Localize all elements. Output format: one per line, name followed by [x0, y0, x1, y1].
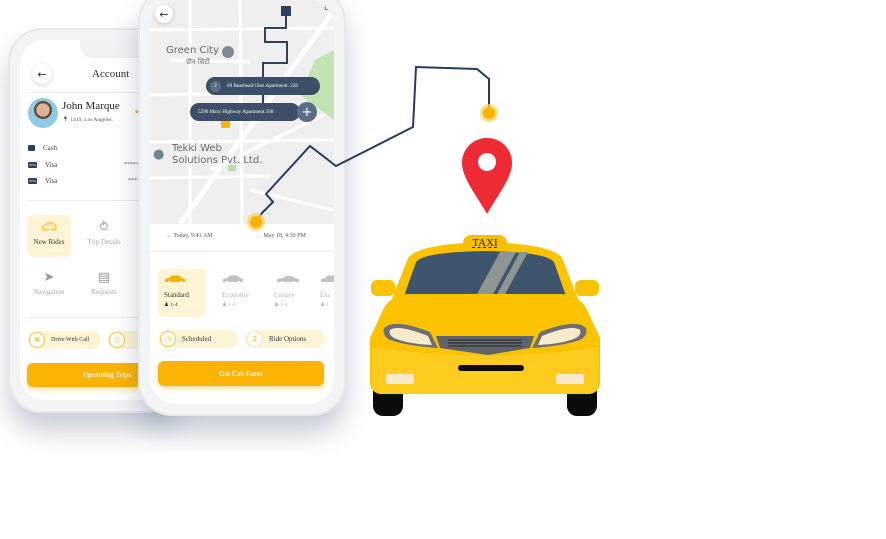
- plus-icon: +: [301, 104, 313, 120]
- avatar[interactable]: [28, 98, 58, 128]
- user-name: John Marque: [62, 100, 120, 112]
- capacity: ♟ 1: [320, 302, 330, 308]
- payment-row[interactable]: VISA Visa: [28, 161, 57, 169]
- person-icon: ♟: [274, 302, 279, 308]
- capacity: ♟ 1-4: [274, 302, 288, 308]
- location-pin-icon: [462, 138, 512, 214]
- route-end-glow: [480, 104, 498, 122]
- tile-new-rides[interactable]: 🚗︎ New Rides: [27, 215, 71, 257]
- person-icon: ♟: [222, 302, 227, 308]
- map-phone: ← Green City ग्रीन सिटी ● Tekki Web Solu…: [138, 0, 346, 416]
- location-marker-icon: 📍︎: [62, 117, 69, 123]
- get-cab-fares-button[interactable]: Get Cab Fares: [158, 361, 324, 386]
- cab-option-executive[interactable]: Exc ♟ 1: [314, 269, 334, 317]
- requests-icon: ▤: [97, 270, 111, 285]
- back-button[interactable]: ←: [32, 64, 52, 84]
- taxi-roof-sign: TAXI: [463, 235, 507, 251]
- arrow-left-icon: ←: [256, 233, 262, 239]
- document-icon: ▯: [109, 332, 125, 348]
- taxi-car: [370, 242, 600, 416]
- user-location: 📍︎ 1419, Los Angeles.: [62, 117, 113, 123]
- capacity: ♟ 1-4: [164, 302, 178, 308]
- cab-option-luxury[interactable]: Luxury ♟ 1-4: [268, 269, 316, 317]
- trip-time-bar: → Today, 9:41 AM ← May 18, 4:30 PM: [150, 224, 334, 250]
- car-icon: [223, 275, 243, 284]
- tile-requests[interactable]: ▤ Requests: [82, 265, 126, 307]
- destination-marker: [281, 6, 291, 16]
- clock-icon: ◷: [160, 331, 176, 347]
- tile-navigation[interactable]: ➤ Navigation: [27, 265, 71, 307]
- map-view[interactable]: ← Green City ग्रीन सिटी ● Tekki Web Solu…: [150, 0, 334, 224]
- arrow-right-icon: →: [166, 233, 172, 239]
- car-icon: [165, 275, 185, 284]
- person-icon: ♟: [320, 302, 325, 308]
- taxi-illustration: TAXI: [368, 232, 602, 418]
- ride-options-pill[interactable]: 2 Ride Options: [245, 330, 325, 348]
- car-icon: 🚗︎: [40, 220, 58, 235]
- start-time: → Today, 9:41 AM: [166, 233, 213, 239]
- ride-options-badge: 2: [247, 331, 263, 347]
- add-stop-button[interactable]: +: [297, 102, 317, 122]
- stop-number: 2: [210, 80, 221, 92]
- capacity: ♟ 1-4: [222, 302, 236, 308]
- payment-row[interactable]: Cash: [28, 144, 57, 152]
- scheduled-pill[interactable]: ◷ Scheduled: [158, 330, 238, 348]
- tile-trip-details[interactable]: ⥁ Trip Details: [82, 215, 126, 257]
- cab-option-economy[interactable]: Economy ♟ 1-4: [216, 269, 264, 317]
- map-screen: ← Green City ग्रीन सिटी ● Tekki Web Solu…: [150, 0, 334, 404]
- car-icon: [321, 275, 334, 282]
- cab-option-standard[interactable]: Standard ♟ 1-4: [158, 269, 206, 317]
- arrow-left-icon: ←: [37, 67, 47, 81]
- person-icon: ♟: [164, 302, 169, 308]
- steering-wheel-icon: ☸: [29, 332, 45, 348]
- route-icon: ⥁: [99, 220, 109, 235]
- car-icon: [277, 276, 299, 284]
- route-end-dot: [483, 107, 495, 119]
- visa-card-icon: VISA: [28, 162, 37, 168]
- stop-address-pill[interactable]: 2 69 Bearhead Glen Apartment. 226: [206, 77, 320, 95]
- payment-row[interactable]: VISA Visa: [28, 177, 57, 185]
- page-title: Account: [92, 68, 130, 80]
- stop-address-pill[interactable]: 5296 Mary Highway Apartment.568: [190, 103, 300, 121]
- drive-with-call-pill[interactable]: ☸ Drive With Call: [27, 331, 101, 349]
- wallet-icon: [28, 145, 35, 151]
- visa-card-icon: VISA: [28, 178, 37, 184]
- end-time: ← May 18, 4:30 PM: [256, 233, 306, 239]
- navigation-icon: ➤: [43, 270, 55, 285]
